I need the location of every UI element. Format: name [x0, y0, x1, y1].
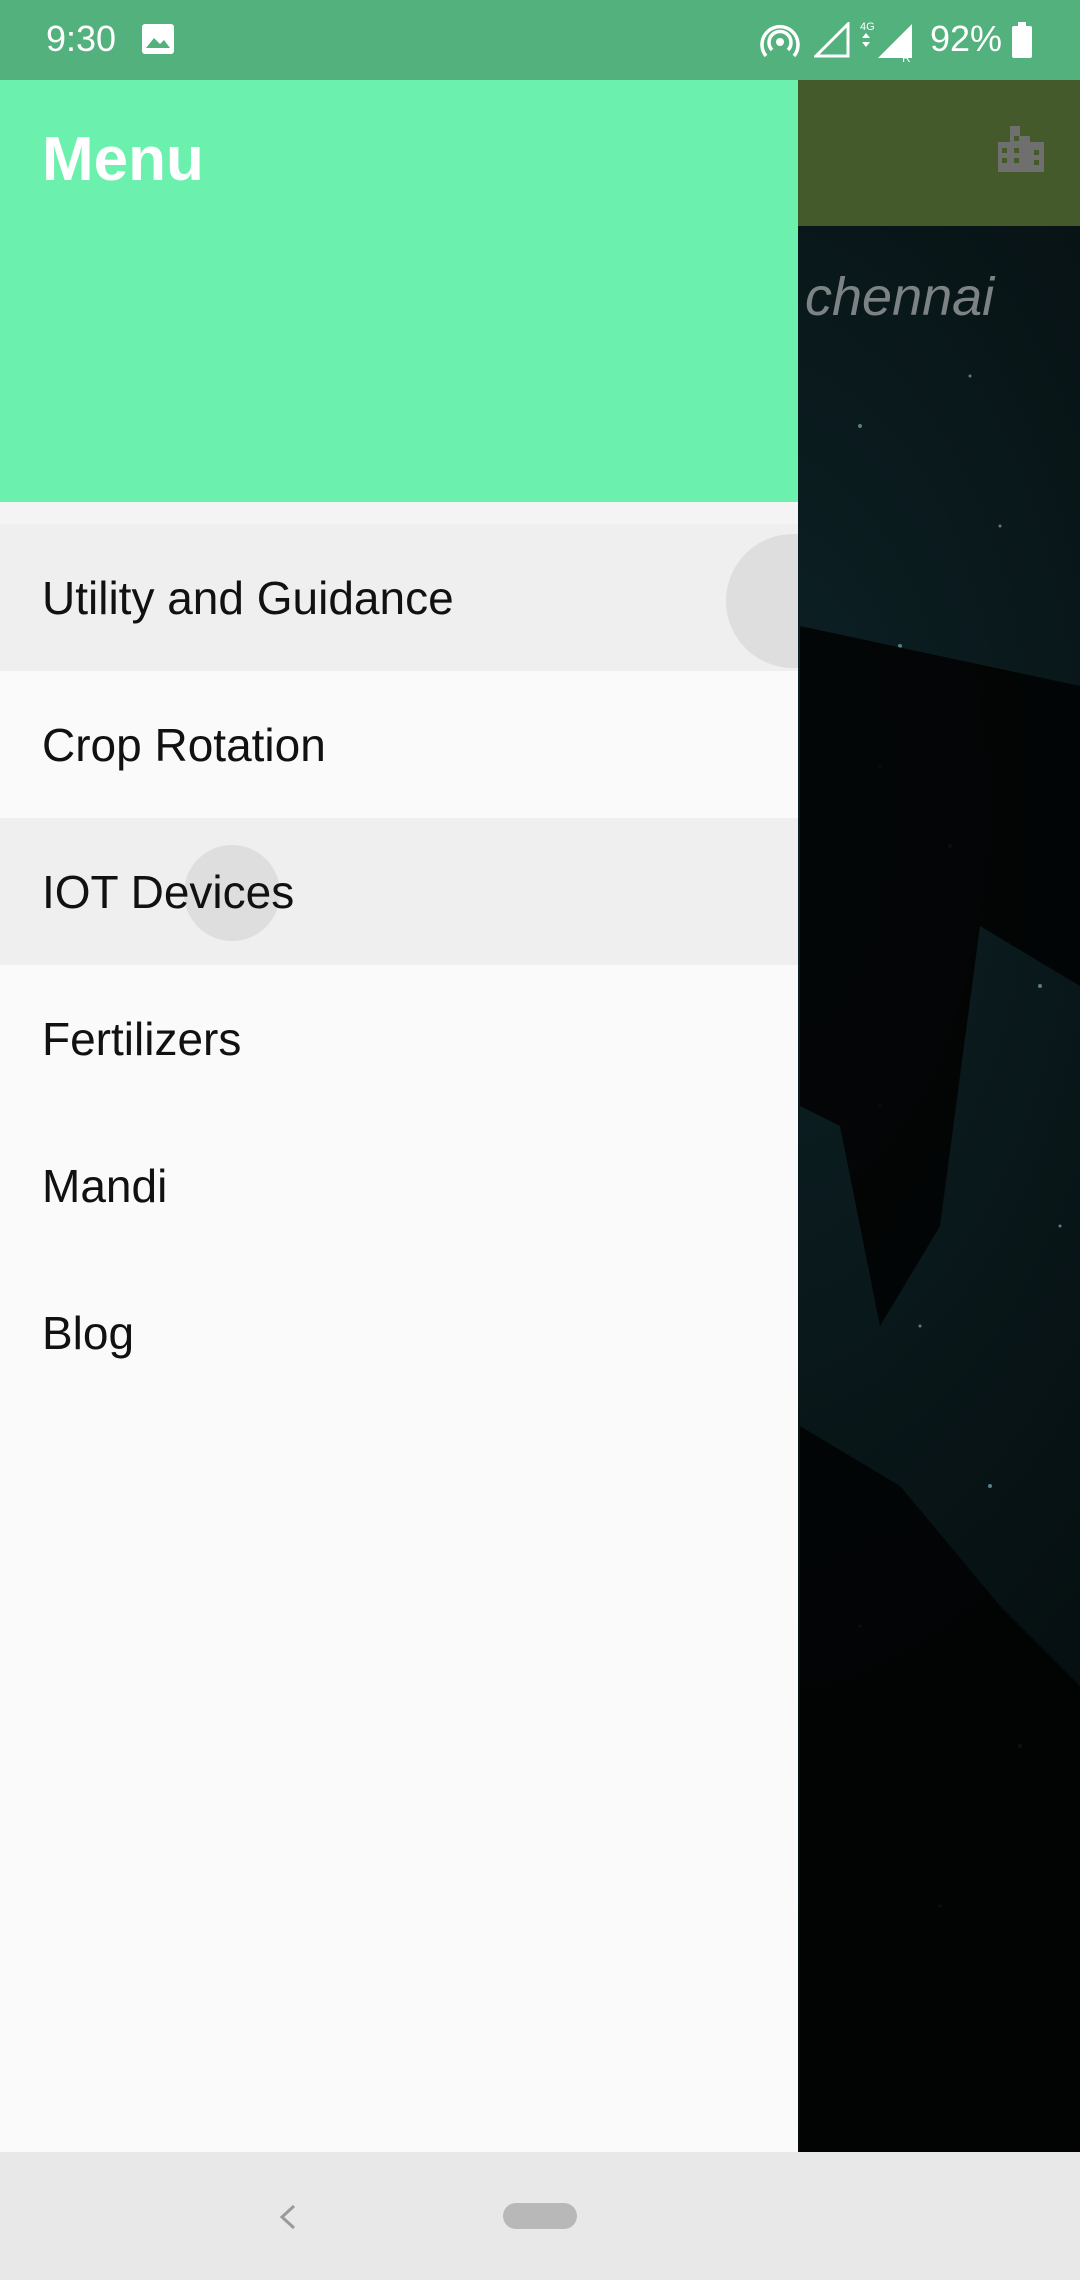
- menu-item-label: Mandi: [42, 1159, 168, 1212]
- drawer-header: Menu: [0, 80, 798, 502]
- touch-ripple: [726, 534, 798, 668]
- city-label: chennai: [805, 267, 995, 327]
- menu-item-label: Utility and Guidance: [42, 571, 454, 624]
- status-time: 9:30: [46, 18, 117, 59]
- menu-item-crop-rotation[interactable]: Crop Rotation: [0, 671, 798, 818]
- menu-item-fertilizers[interactable]: Fertilizers: [0, 965, 798, 1112]
- battery-icon: [1012, 22, 1032, 58]
- system-nav-bar: [0, 2152, 1080, 2280]
- menu-item-label: Fertilizers: [42, 1012, 242, 1065]
- image-icon: [142, 24, 174, 54]
- menu-item-utility-and-guidance[interactable]: Utility and Guidance: [0, 524, 798, 671]
- menu-item-iot-devices[interactable]: IOT Devices: [0, 818, 798, 965]
- city-icon[interactable]: [996, 122, 1046, 174]
- back-icon[interactable]: [272, 2192, 302, 2242]
- status-bar: 9:30 4G R 92%: [0, 0, 1080, 80]
- hotspot-icon: [760, 25, 800, 58]
- navigation-drawer: Menu Utility and Guidance Crop Rotation …: [0, 80, 798, 2152]
- svg-text:R: R: [902, 51, 911, 62]
- cell-signal-icon: R: [878, 24, 912, 62]
- signal-empty-icon: [814, 22, 850, 58]
- svg-text:4G: 4G: [860, 21, 875, 33]
- menu-item-label: Crop Rotation: [42, 718, 326, 771]
- drawer-menu: Utility and Guidance Crop Rotation IOT D…: [0, 524, 798, 1406]
- drawer-divider: [0, 502, 798, 524]
- menu-item-mandi[interactable]: Mandi: [0, 1112, 798, 1259]
- battery-percentage: 92%: [930, 18, 1003, 59]
- menu-item-label: Blog: [42, 1306, 135, 1359]
- menu-item-label: IOT Devices: [42, 865, 295, 918]
- drawer-title: Menu: [42, 125, 204, 194]
- menu-item-blog[interactable]: Blog: [0, 1259, 798, 1406]
- home-pill-icon[interactable]: [503, 2203, 577, 2229]
